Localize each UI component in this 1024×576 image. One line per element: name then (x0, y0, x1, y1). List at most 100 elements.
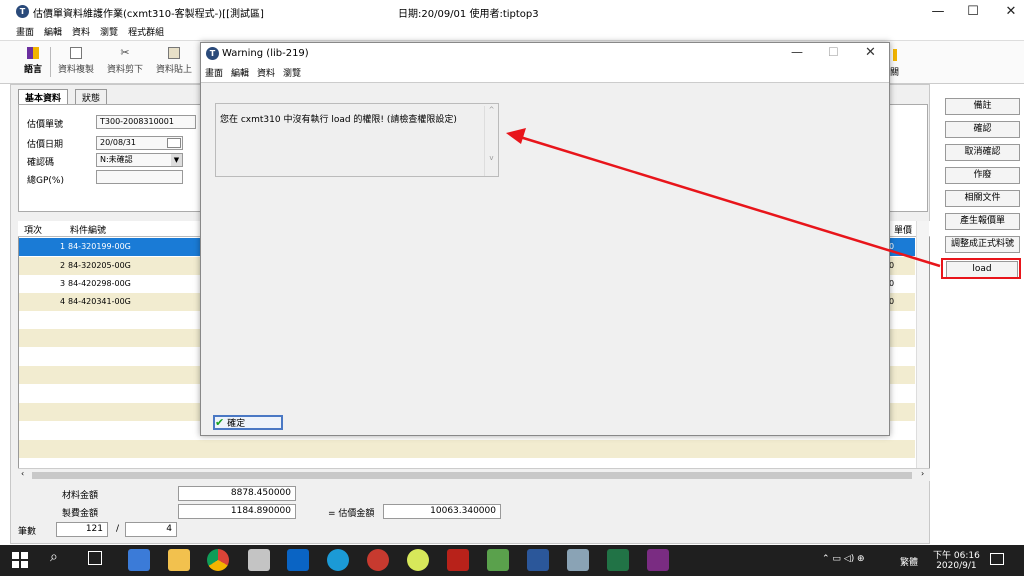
chevron-left-icon[interactable]: ‹ (21, 469, 24, 478)
generate-quote-button[interactable]: 產生報價單 (945, 213, 1020, 230)
ime-indicator[interactable]: 繁體 (900, 555, 918, 568)
adjust-formal-part-button[interactable]: 調整成正式料號 (945, 236, 1020, 253)
dialog-menu-screen[interactable]: 畫面 (205, 69, 223, 79)
menu-data[interactable]: 資料 (72, 28, 90, 38)
check-icon: ✔ (215, 416, 225, 429)
quote-date-label: 估價日期 (27, 140, 64, 150)
vertical-scrollbar[interactable] (916, 221, 929, 468)
quote-amount-field: 10063.340000 (383, 504, 501, 519)
empty-row (19, 440, 915, 458)
yellow-app-icon[interactable] (407, 549, 429, 571)
windows-start-icon[interactable] (12, 552, 28, 568)
ssh-icon[interactable] (248, 549, 270, 571)
dialog-minimize-button[interactable]: — (791, 45, 803, 59)
network-app-icon[interactable] (567, 549, 589, 571)
outlook-icon[interactable] (287, 549, 309, 571)
window-info: 日期:20/09/01 使用者:tiptop3 (398, 9, 539, 20)
gp-label: 總GP(%) (27, 176, 64, 186)
tab-basic-info[interactable]: 基本資料 (18, 89, 69, 104)
row-part: 84-420298-00G (68, 279, 131, 288)
warning-message: 您在 cxmt310 中沒有執行 load 的權限! (請檢查權限設定) (220, 115, 457, 125)
dialog-menu-data[interactable]: 資料 (257, 69, 275, 79)
calendar-icon[interactable] (167, 138, 181, 148)
void-button[interactable]: 作廢 (945, 167, 1020, 184)
warning-dialog: T Warning (lib-219) — ☐ ✕ 畫面 編輯 資料 瀏覽 您在 cx… (200, 42, 890, 436)
message-box: 您在 cxmt310 中沒有執行 load 的權限! (請檢查權限設定) ^ v (215, 103, 499, 177)
cancel-confirm-button[interactable]: 取消確認 (945, 144, 1020, 161)
dialog-menu-edit[interactable]: 編輯 (231, 69, 249, 79)
note-button[interactable]: 備註 (945, 98, 1020, 115)
dialog-close-button[interactable]: ✕ (865, 45, 876, 60)
grid-col-price: 單價 (894, 226, 913, 236)
grid-col-item: 項次 (24, 226, 43, 236)
row-item: 3 (60, 279, 66, 288)
remote-app-icon[interactable] (128, 549, 150, 571)
search-icon[interactable]: ⌕ (50, 549, 58, 565)
related-docs-button[interactable]: 相關文件 (945, 190, 1020, 207)
horizontal-scrollbar[interactable]: ‹ › (18, 468, 930, 481)
clock[interactable]: 下午 06:16 2020/9/1 (933, 548, 980, 571)
menu-program-group[interactable]: 程式群組 (128, 28, 164, 38)
scroll-thumb[interactable] (32, 472, 912, 479)
flag-icon (27, 47, 39, 59)
cut-icon: ✂ (120, 46, 130, 59)
gp-field[interactable] (96, 170, 183, 184)
menu-edit[interactable]: 編輯 (44, 28, 62, 38)
mfg-amount-label: 製費金額 (62, 509, 99, 519)
dialog-title: Warning (lib-219) (222, 48, 309, 59)
dialog-maximize-button[interactable]: ☐ (828, 45, 839, 59)
highlight-box (941, 258, 1021, 279)
close-button[interactable]: ✕ (996, 2, 1024, 22)
toolbar-label-fragment: 關 (890, 68, 900, 78)
window-title: 估價單資料維護作業(cxmt310-客製程式-)[[測試區] (33, 9, 264, 20)
minimize-button[interactable]: — (923, 2, 953, 22)
filezilla-icon[interactable] (447, 549, 469, 571)
excel-icon[interactable] (607, 549, 629, 571)
material-amount-field: 8878.450000 (178, 486, 296, 501)
notification-icon[interactable] (990, 553, 1004, 565)
edge-icon[interactable] (327, 549, 349, 571)
tray-icons[interactable]: ⌃ ▭ ◁) ⊕ (822, 554, 865, 564)
row-part: 84-320205-00G (68, 261, 131, 270)
record-count-field: 121 (56, 522, 108, 537)
tab-status[interactable]: 狀態 (75, 89, 108, 104)
taskbar (0, 545, 1024, 576)
title-bar: T 估價單資料維護作業(cxmt310-客製程式-)[[測試區] 日期:20/0… (0, 0, 1024, 26)
toolbar-divider (50, 47, 51, 77)
toolbar-language-button[interactable]: 語言 (24, 47, 42, 75)
row-part: 84-420341-00G (68, 297, 131, 306)
image-app-icon[interactable] (487, 549, 509, 571)
chrome-icon[interactable] (207, 549, 229, 571)
record-count-separator: / (116, 524, 120, 534)
menu-browse[interactable]: 瀏覽 (100, 28, 118, 38)
menu-screen[interactable]: 畫面 (16, 28, 34, 38)
chevron-right-icon[interactable]: › (921, 469, 924, 478)
ok-button[interactable]: ✔ 確定 (213, 415, 283, 430)
message-scrollbar[interactable]: ^ v (484, 106, 498, 176)
maximize-button[interactable]: ☐ (958, 2, 988, 22)
snail-app-icon[interactable] (367, 549, 389, 571)
chevron-down-icon[interactable]: ▼ (171, 154, 182, 166)
confirm-select[interactable]: N:未確認 (96, 153, 183, 167)
toolbar-paste-button[interactable]: 資料貼上 (156, 47, 192, 75)
row-part: 84-320199-00G (68, 242, 131, 251)
material-amount-label: 材料金額 (62, 491, 99, 501)
mfg-amount-field: 1184.890000 (178, 504, 296, 519)
dialog-title-bar: T Warning (lib-219) — ☐ ✕ (201, 43, 889, 65)
row-item: 2 (60, 261, 66, 270)
task-view-icon[interactable] (88, 551, 102, 565)
word-icon[interactable] (527, 549, 549, 571)
quote-no-field[interactable]: T300-2008310001 (96, 115, 196, 129)
confirm-button[interactable]: 確認 (945, 121, 1020, 138)
file-explorer-icon[interactable] (168, 549, 190, 571)
dialog-menu-browse[interactable]: 瀏覽 (283, 69, 301, 79)
paste-icon (168, 47, 180, 59)
row-item: 1 (60, 242, 66, 251)
quote-amount-label: = 估價金額 (328, 509, 375, 519)
toolbar-copy-button[interactable]: 資料複製 (58, 47, 94, 75)
toolbar-cut-button[interactable]: ✂ 資料剪下 (107, 46, 143, 76)
menu-bar: 畫面 編輯 資料 瀏覽 程式群組 (0, 26, 1024, 40)
dialog-menu-bar: 畫面 編輯 資料 瀏覽 (201, 65, 889, 83)
copy-icon (70, 47, 82, 59)
tiptop-taskbar-icon[interactable] (647, 549, 669, 571)
